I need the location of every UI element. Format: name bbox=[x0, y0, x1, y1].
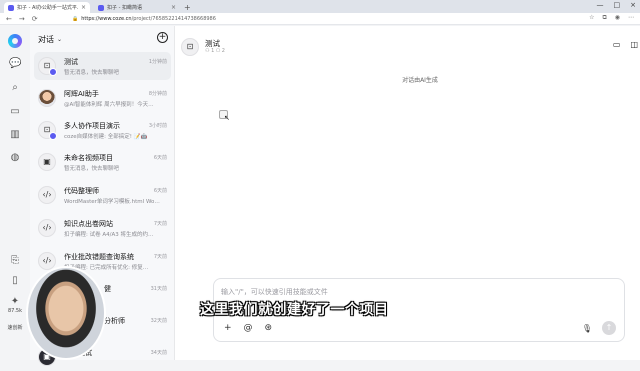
skill-icon[interactable]: ⊛ bbox=[265, 323, 273, 333]
microphone-icon[interactable]: 🎙 bbox=[582, 324, 592, 333]
item-name: 分析师 bbox=[104, 317, 125, 325]
video-subtitle: 这里我们就创建好了一个项目 bbox=[200, 302, 389, 318]
chat-icon[interactable]: 💬 bbox=[9, 58, 21, 70]
tab-strip: 扣子 - AI办公助手一站式平… × 扣子 - 扣瞰简语 × + — □ × bbox=[0, 0, 640, 13]
sidebar-toggle-icon[interactable]: ◫ bbox=[630, 40, 638, 49]
search-icon[interactable]: ⌕ bbox=[9, 82, 21, 94]
list-item[interactable]: ⊡ 多人协作项目演示 3小时前 coze自媒体创建: 全部搞定! 📝🤖 bbox=[34, 116, 171, 144]
item-name: 测试 bbox=[64, 58, 78, 66]
extensions-icon[interactable]: ⧉ bbox=[602, 14, 606, 22]
tab-label: 扣子 - 扣瞰简语 bbox=[107, 5, 142, 11]
close-window-icon[interactable]: × bbox=[630, 1, 636, 9]
project-avatar-icon: ⊡ bbox=[38, 57, 57, 76]
new-tab-button[interactable]: + bbox=[184, 2, 191, 13]
tab-coze-main[interactable]: 扣子 - AI办公助手一站式平… × bbox=[4, 2, 90, 13]
item-time: 7天前 bbox=[153, 221, 167, 227]
composer-actions: 🎙 ↑ bbox=[582, 321, 616, 335]
header-actions: ▭ ◫ bbox=[613, 40, 638, 49]
item-preview: WordMaster单词学习模板.html Wo… bbox=[64, 199, 160, 205]
item-time: 32天前 bbox=[150, 318, 167, 324]
item-time: 7天前 bbox=[153, 254, 167, 260]
item-preview: 扣子编程: 试卷 A4/A3 将生成的约… bbox=[64, 232, 154, 238]
minimize-icon[interactable]: — bbox=[597, 1, 604, 9]
stat-value: 87.5k bbox=[7, 308, 23, 314]
item-name: 健 bbox=[104, 285, 111, 293]
webcam-overlay bbox=[26, 266, 106, 360]
add-icon[interactable]: + bbox=[224, 323, 232, 333]
composer-tools: + @ ⊛ bbox=[224, 323, 272, 333]
coze-logo-icon[interactable] bbox=[8, 34, 22, 48]
menu-icon[interactable]: ⋯ bbox=[628, 14, 634, 22]
mouse-cursor-icon bbox=[219, 110, 230, 122]
close-tab-icon[interactable]: × bbox=[81, 4, 86, 11]
code-icon: ‹/› bbox=[38, 186, 56, 204]
composer-input[interactable]: 输入"/"，可以快速引用技能或文件 bbox=[221, 287, 328, 297]
item-time: 34天前 bbox=[150, 350, 167, 356]
folder-icon[interactable]: ▭ bbox=[613, 40, 621, 49]
item-time: 8分钟前 bbox=[148, 91, 167, 97]
new-conversation-button[interactable]: + bbox=[157, 32, 168, 43]
item-preview: 暂无消息，快去聊聊吧 bbox=[64, 166, 120, 172]
coze-favicon-icon bbox=[98, 4, 104, 11]
item-name: 阿辉AI助手 bbox=[64, 90, 99, 98]
chevron-down-icon[interactable]: ⌄ bbox=[57, 36, 62, 43]
item-name: 多人协作项目演示 bbox=[64, 122, 120, 130]
reload-icon[interactable]: ⟳ bbox=[32, 15, 38, 23]
list-header: 对话 ⌄ + bbox=[38, 32, 168, 46]
forward-icon[interactable]: → bbox=[19, 15, 25, 23]
mention-icon[interactable]: @ bbox=[244, 323, 253, 333]
browser-window: 扣子 - AI办公助手一站式平… × 扣子 - 扣瞰简语 × + — □ × ←… bbox=[0, 0, 640, 366]
browser-toolbar-right: ☆ ⧉ ◉ ⋯ bbox=[589, 14, 634, 22]
tab-coze-second[interactable]: 扣子 - 扣瞰简语 × bbox=[94, 2, 180, 13]
item-preview: coze自媒体创建: 全部搞定! 📝🤖 bbox=[64, 134, 148, 140]
list-title[interactable]: 对话 bbox=[38, 34, 54, 45]
item-time: 1分钟前 bbox=[148, 59, 167, 65]
tab-label: 扣子 - AI办公助手一站式平… bbox=[17, 5, 79, 11]
list-item[interactable]: ‹/› 知识点出卷网站 7天前 扣子编程: 试卷 A4/A3 将生成的约… bbox=[34, 214, 171, 242]
phone-icon[interactable]: ▯ bbox=[9, 275, 21, 287]
folder-icon[interactable]: ▭ bbox=[9, 106, 21, 118]
item-time: 6天前 bbox=[153, 155, 167, 161]
lock-icon: 🔒 bbox=[72, 16, 79, 22]
list-item[interactable]: ▣ 未命名视频项目 6天前 暂无消息，快去聊聊吧 bbox=[34, 148, 171, 176]
item-name: 代码整理师 bbox=[64, 187, 99, 195]
window-controls: — □ × bbox=[597, 1, 637, 9]
code-icon: ‹/› bbox=[38, 219, 56, 237]
address-bar: ← → ⟳ 🔒 https://www.coze.cn /project/765… bbox=[0, 13, 640, 25]
item-name: 未命名视频项目 bbox=[64, 154, 113, 162]
maximize-icon[interactable]: □ bbox=[614, 1, 621, 9]
back-icon[interactable]: ← bbox=[6, 15, 12, 23]
project-avatar-icon: ⊡ bbox=[181, 38, 199, 56]
url-path: /project/76585221414738668986 bbox=[131, 16, 216, 22]
library-icon[interactable]: ▥ bbox=[9, 129, 21, 141]
stat-label: 速创新 bbox=[7, 325, 23, 331]
item-time: 3小时前 bbox=[148, 123, 167, 129]
item-time: 6天前 bbox=[153, 188, 167, 194]
star-icon[interactable]: ☆ bbox=[589, 14, 594, 22]
item-preview: 暂无消息，快去聊聊吧 bbox=[64, 70, 120, 76]
export-icon[interactable]: ⎘ bbox=[9, 255, 21, 267]
item-name: 作业批改错题查询系统 bbox=[64, 253, 134, 261]
item-time: 31天前 bbox=[150, 286, 167, 292]
project-meta: ⚇ 1 ⎔ 2 bbox=[205, 48, 225, 54]
ai-generated-note: 对话由AI生成 bbox=[402, 77, 438, 84]
video-project-icon: ▣ bbox=[38, 153, 56, 171]
coze-favicon-icon bbox=[8, 4, 14, 11]
list-item[interactable]: ⊡ 测试 1分钟前 暂无消息，快去聊聊吧 bbox=[34, 52, 171, 80]
project-avatar-icon: ⊡ bbox=[38, 121, 57, 140]
globe-icon[interactable]: ◍ bbox=[9, 152, 21, 164]
sparkle-icon[interactable]: ✦ bbox=[9, 296, 21, 308]
list-item[interactable]: 阿辉AI助手 8分钟前 @AI智能体利辉 周六早报到！今天… bbox=[34, 84, 171, 112]
item-preview: @AI智能体利辉 周六早报到！今天… bbox=[64, 102, 154, 108]
url-field[interactable]: 🔒 https://www.coze.cn /project/765852214… bbox=[72, 15, 572, 23]
avatar bbox=[38, 89, 56, 107]
close-tab-icon[interactable]: × bbox=[171, 4, 176, 11]
send-button[interactable]: ↑ bbox=[602, 321, 616, 335]
profile-icon[interactable]: ◉ bbox=[615, 14, 620, 22]
list-item[interactable]: ‹/› 代码整理师 6天前 WordMaster单词学习模板.html Wo… bbox=[34, 181, 171, 209]
url-host: https://www.coze.cn bbox=[81, 16, 132, 22]
item-name: 知识点出卷网站 bbox=[64, 220, 113, 228]
